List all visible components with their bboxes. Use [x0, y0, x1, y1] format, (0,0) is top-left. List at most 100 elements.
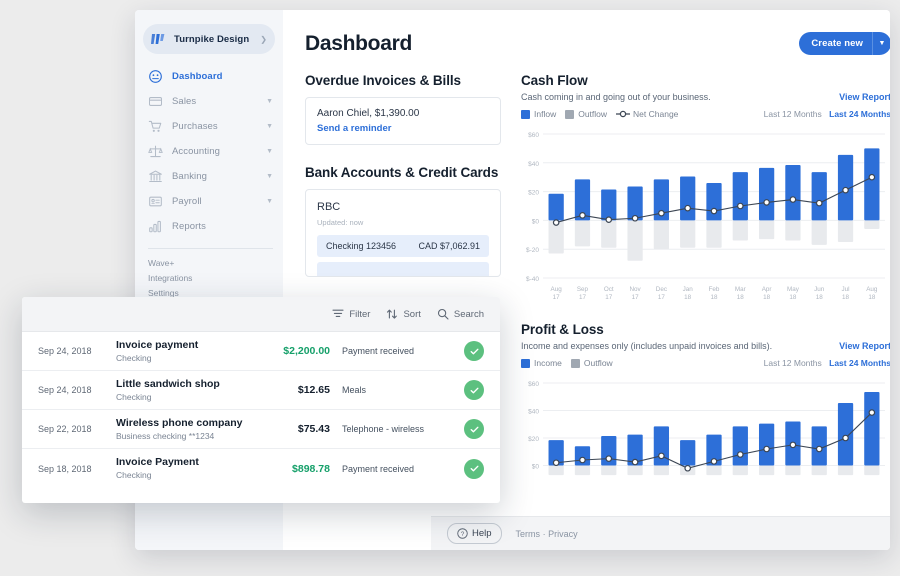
svg-text:17: 17 [632, 294, 640, 301]
sidebar-link-integrations[interactable]: Integrations [135, 271, 283, 286]
svg-text:Jan: Jan [683, 286, 694, 293]
page-topbar: Dashboard Create new ▼ [305, 32, 890, 56]
cash-flow-subheader: Cash coming in and going out of your bus… [521, 92, 890, 102]
legend-label: Net Change [633, 109, 679, 119]
legend-item-inflow: Inflow [521, 109, 556, 119]
account-balance: CAD $7,062.91 [418, 241, 480, 251]
bank-account-row[interactable] [317, 262, 489, 276]
sidebar-item-label: Purchases [172, 121, 218, 132]
table-row[interactable]: Sep 24, 2018 Invoice payment Checking $2… [22, 332, 500, 371]
sort-button[interactable]: Sort [386, 308, 421, 320]
dashboard-icon [149, 70, 162, 83]
sidebar-item-label: Reports [172, 221, 206, 232]
terms-link[interactable]: Terms [516, 529, 541, 539]
svg-text:Jun: Jun [814, 286, 825, 293]
transactions-panel: Filter Sort Search Sep 24, 2018 Invoice … [22, 297, 500, 503]
profit-loss-range-toggle: Last 12 Months Last 24 Months [764, 358, 890, 368]
cash-flow-subtitle: Cash coming in and going out of your bus… [521, 92, 711, 102]
svg-text:$0: $0 [532, 218, 540, 225]
transaction-amount: $75.43 [297, 423, 330, 435]
transaction-status[interactable] [462, 419, 486, 439]
svg-text:$40: $40 [528, 409, 539, 416]
payroll-icon [149, 196, 162, 207]
profit-loss-heading: Profit & Loss [521, 322, 604, 337]
sort-icon [387, 309, 398, 319]
bank-heading: Bank Accounts & Credit Cards [305, 165, 499, 180]
filter-label: Filter [349, 308, 371, 320]
transaction-title: Little sandwich shop [116, 377, 220, 390]
svg-text:Feb: Feb [709, 286, 720, 293]
profit-loss-plot-svg: $0 $20 $40 $60 [528, 381, 885, 476]
search-icon [437, 308, 449, 320]
app-footer: ? Help Terms · Privacy [431, 516, 890, 550]
profit-loss-subheader: Income and expenses only (includes unpai… [521, 341, 890, 351]
transaction-description: Wireless phone company Business checking… [116, 417, 252, 442]
sidebar-item-label: Dashboard [172, 71, 223, 82]
sidebar-item-dashboard[interactable]: Dashboard [135, 64, 283, 89]
sidebar-item-accounting[interactable]: Accounting ▼ [135, 139, 283, 164]
bank-account-row[interactable]: Checking 123456 CAD $7,062.91 [317, 235, 489, 257]
sidebar-item-payroll[interactable]: Payroll ▼ [135, 189, 283, 214]
sidebar-item-label: Banking [172, 171, 208, 182]
svg-text:18: 18 [868, 294, 876, 301]
filter-button[interactable]: Filter [332, 308, 370, 320]
right-column: Cash Flow Cash coming in and going out o… [521, 73, 890, 497]
privacy-link[interactable]: Privacy [548, 529, 578, 539]
svg-text:Apr: Apr [762, 286, 772, 293]
cash-flow-section: Cash Flow Cash coming in and going out o… [521, 73, 890, 306]
table-row[interactable]: Sep 18, 2018 Invoice Payment Checking $8… [22, 449, 500, 488]
svg-text:17: 17 [553, 294, 561, 301]
transaction-title: Invoice payment [116, 338, 199, 351]
profit-loss-subtitle: Income and expenses only (includes unpai… [521, 341, 773, 351]
svg-text:18: 18 [710, 294, 718, 301]
cart-icon [148, 120, 162, 132]
range-last-12-months[interactable]: Last 12 Months [764, 109, 822, 119]
search-button[interactable]: Search [437, 308, 484, 320]
sort-label: Sort [403, 308, 421, 320]
svg-text:18: 18 [816, 294, 824, 301]
create-new-button[interactable]: Create new ▼ [799, 32, 890, 55]
send-reminder-link[interactable]: Send a reminder [317, 123, 489, 134]
svg-text:Jul: Jul [842, 286, 850, 293]
svg-text:$60: $60 [528, 381, 539, 388]
sidebar-divider [148, 248, 273, 249]
legend-swatch [570, 358, 580, 368]
sidebar-item-purchases[interactable]: Purchases ▼ [135, 114, 283, 139]
legend-label: Inflow [534, 109, 557, 119]
profit-loss-view-report-link[interactable]: View Report [839, 341, 890, 351]
cash-flow-view-report-link[interactable]: View Report [839, 92, 890, 102]
sidebar-item-sales[interactable]: Sales ▼ [135, 89, 283, 114]
range-last-24-months[interactable]: Last 24 Months [829, 358, 890, 368]
chevron-down-icon: ▼ [266, 148, 273, 155]
overdue-invoice-card[interactable]: Aaron Chiel, $1,390.00 Send a reminder [305, 97, 501, 145]
svg-text:17: 17 [605, 294, 613, 301]
filter-icon [332, 309, 344, 317]
bar-chart-icon [149, 220, 161, 233]
help-button[interactable]: ? Help [447, 523, 502, 544]
transaction-status[interactable] [462, 458, 486, 479]
table-row[interactable]: Sep 24, 2018 Little sandwich shop Checki… [22, 371, 500, 410]
legend-item-income: Income [521, 358, 562, 368]
range-last-24-months[interactable]: Last 24 Months [829, 109, 890, 119]
svg-text:Dec: Dec [656, 286, 667, 293]
caret-down-icon[interactable]: ▼ [873, 40, 890, 47]
svg-text:?: ? [461, 531, 465, 538]
transaction-status[interactable] [462, 341, 486, 361]
sidebar-item-reports[interactable]: Reports [135, 214, 283, 239]
transaction-category: Payment received [342, 463, 415, 474]
transaction-status[interactable] [462, 380, 486, 400]
sidebar-link-wave-plus[interactable]: Wave+ [135, 256, 283, 271]
svg-text:$-20: $-20 [526, 247, 539, 254]
transaction-category: Payment received [342, 346, 415, 356]
range-last-12-months[interactable]: Last 12 Months [764, 358, 822, 368]
transaction-amount: $2,200.00 [283, 345, 330, 357]
cash-flow-legend-row: Inflow Outflow Net Change Last 12 Months… [521, 109, 890, 119]
org-switcher[interactable]: Turnpike Design ❯ [143, 24, 275, 54]
transaction-date: Sep 24, 2018 [38, 346, 92, 356]
profit-loss-legend: Income Outflow [521, 358, 613, 368]
sidebar-item-banking[interactable]: Banking ▼ [135, 164, 283, 189]
legend-item-outflow: Outflow [565, 109, 607, 119]
chevron-down-icon: ▼ [266, 123, 273, 130]
sidebar-item-label: Payroll [172, 196, 202, 207]
table-row[interactable]: Sep 22, 2018 Wireless phone company Busi… [22, 410, 500, 449]
